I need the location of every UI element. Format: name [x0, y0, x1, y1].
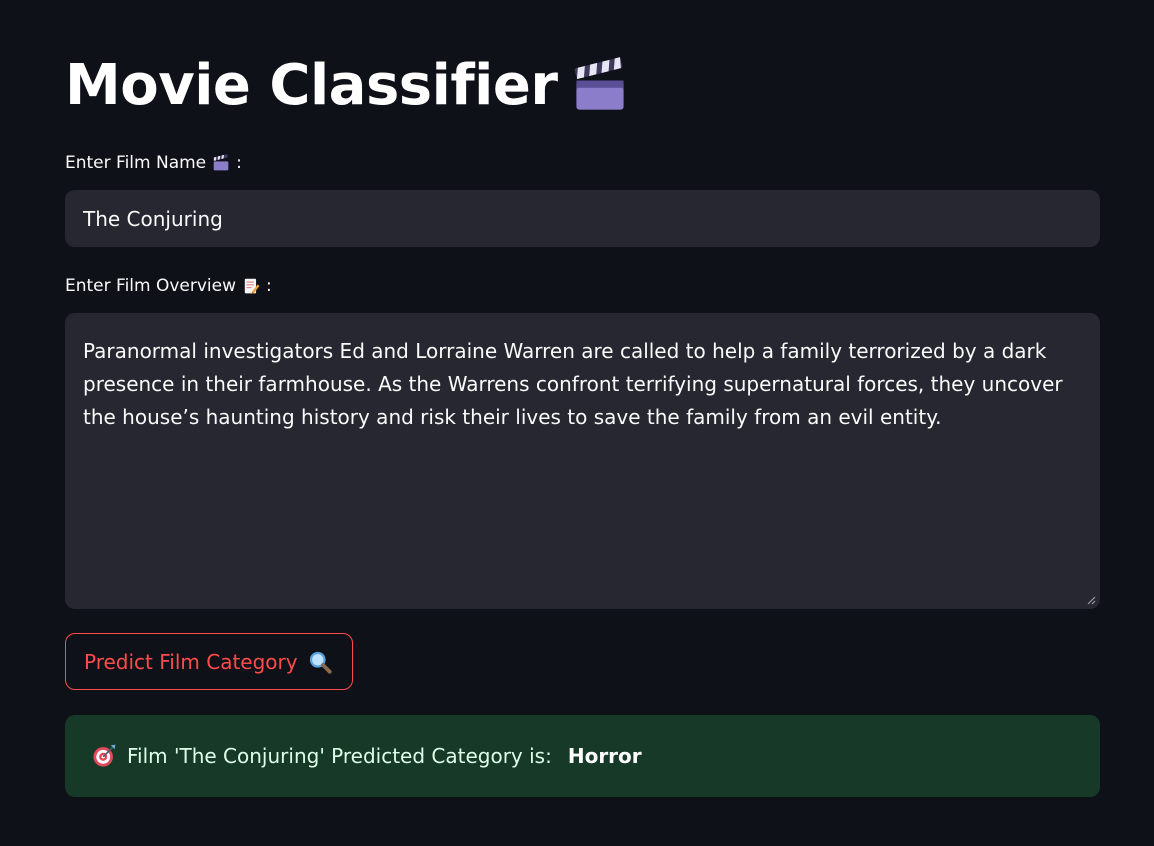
predicted-category: Horror	[567, 744, 642, 768]
app-container: Movie Classifier Enter Film Name: The C…	[0, 0, 1154, 846]
predict-film-category-button[interactable]: Predict Film Category	[65, 633, 353, 690]
page-title: Movie Classifier	[65, 50, 629, 122]
film-name-label-suffix: :	[236, 153, 242, 173]
film-name-label-text: Enter Film Name	[65, 153, 207, 173]
page-title-text: Movie Classifier	[65, 53, 558, 118]
film-overview-label-text: Enter Film Overview	[65, 276, 237, 296]
memo-icon	[244, 278, 260, 294]
film-overview-textarea[interactable]: Paranormal investigators Ed and Lorraine…	[65, 313, 1100, 609]
resize-handle-icon[interactable]	[1086, 595, 1096, 605]
film-name-label: Enter Film Name :	[65, 153, 242, 173]
prediction-result-alert: Film 'The Conjuring' Predicted Category …	[65, 715, 1100, 797]
clapper-board-icon	[213, 154, 229, 171]
clapper-board-icon	[575, 57, 625, 110]
film-name-input[interactable]	[65, 190, 1100, 247]
result-prefix-text: Film 'The Conjuring' Predicted Category …	[127, 744, 552, 768]
film-overview-label-suffix: :	[266, 276, 272, 296]
predict-button-label: Predict Film Category	[84, 649, 298, 674]
film-overview-label: Enter Film Overview :	[65, 276, 272, 296]
magnifying-glass-icon	[309, 651, 332, 674]
target-icon	[93, 744, 116, 767]
